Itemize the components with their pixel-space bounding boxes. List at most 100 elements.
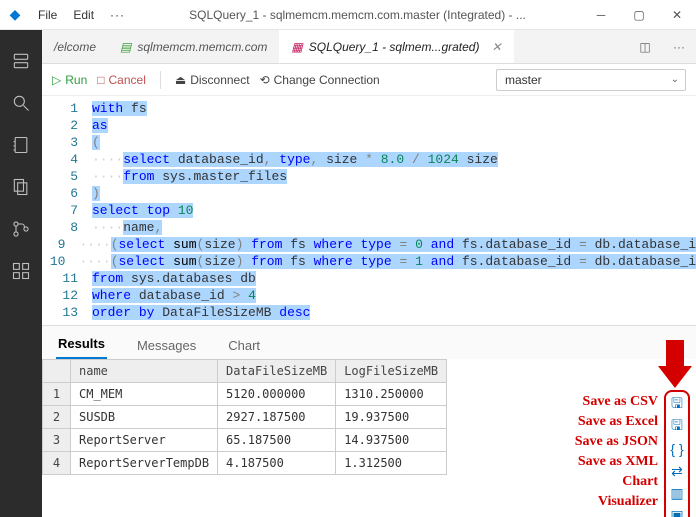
- save-xml-icon[interactable]: ⇄: [668, 462, 686, 480]
- cell[interactable]: ReportServer: [71, 429, 218, 452]
- close-icon[interactable]: ✕: [491, 40, 501, 54]
- code-text: as: [92, 118, 108, 133]
- code-text: ····select database_id, type, size * 8.0…: [92, 152, 498, 167]
- notebook-icon[interactable]: [0, 124, 42, 166]
- line-number: 10: [42, 254, 79, 269]
- rownum-header: [43, 360, 71, 383]
- disconnect-button[interactable]: ⏏Disconnect: [175, 73, 250, 87]
- cancel-button[interactable]: □ Cancel: [97, 73, 146, 87]
- tab-query[interactable]: ▦ SQLQuery_1 - sqlmem...grated) ✕: [279, 30, 513, 63]
- code-line[interactable]: 12where database_id > 4: [42, 287, 696, 304]
- cell[interactable]: SUSDB: [71, 406, 218, 429]
- code-line[interactable]: 4····select database_id, type, size * 8.…: [42, 151, 696, 168]
- menu-edit[interactable]: Edit: [65, 8, 102, 22]
- sql-editor[interactable]: 1with fs2as3(4····select database_id, ty…: [42, 96, 696, 325]
- server-icon: ▤: [120, 40, 131, 54]
- tab-label: sqlmemcm.memcm.com: [137, 40, 267, 54]
- menu-more[interactable]: ···: [102, 8, 133, 22]
- cell[interactable]: 1.312500: [336, 452, 447, 475]
- row-number: 4: [43, 452, 71, 475]
- column-header[interactable]: name: [71, 360, 218, 383]
- save-excel-icon[interactable]: 🖫: [668, 418, 686, 436]
- cell[interactable]: 4.187500: [218, 452, 336, 475]
- code-line[interactable]: 7select top 10: [42, 202, 696, 219]
- tab-connection[interactable]: ▤ sqlmemcm.memcm.com: [108, 30, 279, 63]
- tab-label: /elcome: [54, 40, 96, 54]
- line-number: 8: [42, 220, 92, 235]
- label-save-csv: Save as CSV: [575, 392, 658, 412]
- code-text: order by DataFileSizeMB desc: [92, 305, 310, 320]
- annotation-labels: Save as CSV Save as Excel Save as JSON S…: [575, 392, 658, 512]
- results-panel-tabs: Results Messages Chart: [42, 325, 696, 359]
- cell[interactable]: 2927.187500: [218, 406, 336, 429]
- minimize-button[interactable]: ─: [582, 0, 620, 30]
- column-header[interactable]: DataFileSizeMB: [218, 360, 336, 383]
- save-csv-icon[interactable]: 🖫: [668, 396, 686, 414]
- code-line[interactable]: 6): [42, 185, 696, 202]
- export-icon-column: 🖫 🖫 { } ⇄ ▥ ▣: [664, 390, 690, 517]
- app-icon: ◆: [0, 6, 30, 23]
- table-row[interactable]: 1CM_MEM5120.0000001310.250000: [43, 383, 447, 406]
- code-line[interactable]: 9····(select sum(size) from fs where typ…: [42, 236, 696, 253]
- code-line[interactable]: 3(: [42, 134, 696, 151]
- row-number: 1: [43, 383, 71, 406]
- visualizer-icon[interactable]: ▣: [668, 506, 686, 517]
- cell[interactable]: CM_MEM: [71, 383, 218, 406]
- disconnect-label: Disconnect: [190, 73, 249, 87]
- line-number: 3: [42, 135, 92, 150]
- tab-chart[interactable]: Chart: [226, 332, 262, 359]
- code-line[interactable]: 8····name,: [42, 219, 696, 236]
- servers-icon[interactable]: [0, 40, 42, 82]
- code-line[interactable]: 1with fs: [42, 100, 696, 117]
- tab-messages[interactable]: Messages: [135, 332, 198, 359]
- database-icon: ▦: [291, 40, 302, 54]
- line-number: 2: [42, 118, 92, 133]
- run-button[interactable]: ▷ Run: [52, 73, 87, 87]
- db-selected-value: master: [505, 73, 542, 87]
- activity-bar: [0, 30, 42, 517]
- cell[interactable]: 5120.000000: [218, 383, 336, 406]
- tab-results[interactable]: Results: [56, 330, 107, 359]
- separator: [160, 71, 161, 89]
- table-row[interactable]: 2SUSDB2927.18750019.937500: [43, 406, 447, 429]
- maximize-button[interactable]: ▢: [620, 0, 658, 30]
- cell[interactable]: ReportServerTempDB: [71, 452, 218, 475]
- menu-file[interactable]: File: [30, 8, 65, 22]
- split-editor-icon[interactable]: ◫: [628, 30, 662, 63]
- search-icon[interactable]: [0, 82, 42, 124]
- row-number: 2: [43, 406, 71, 429]
- code-text: ): [92, 186, 100, 201]
- cell[interactable]: 14.937500: [336, 429, 447, 452]
- cell[interactable]: 1310.250000: [336, 383, 447, 406]
- code-line[interactable]: 2as: [42, 117, 696, 134]
- chevron-down-icon: ⌄: [671, 74, 679, 85]
- extensions-icon[interactable]: [0, 250, 42, 292]
- explorer-icon[interactable]: [0, 166, 42, 208]
- more-actions-icon[interactable]: ···: [662, 30, 696, 63]
- play-icon: ▷: [52, 73, 61, 87]
- stop-icon: □: [97, 73, 104, 87]
- code-line[interactable]: 10····(select sum(size) from fs where ty…: [42, 253, 696, 270]
- cell[interactable]: 65.187500: [218, 429, 336, 452]
- cell[interactable]: 19.937500: [336, 406, 447, 429]
- source-control-icon[interactable]: [0, 208, 42, 250]
- row-number: 3: [43, 429, 71, 452]
- cancel-label: Cancel: [109, 73, 146, 87]
- chart-icon[interactable]: ▥: [668, 484, 686, 502]
- column-header[interactable]: LogFileSizeMB: [336, 360, 447, 383]
- database-select[interactable]: master ⌄: [496, 69, 686, 91]
- table-row[interactable]: 4ReportServerTempDB4.1875001.312500: [43, 452, 447, 475]
- change-conn-label: Change Connection: [274, 73, 380, 87]
- label-visualizer: Visualizer: [575, 492, 658, 512]
- change-connection-button[interactable]: ⟲Change Connection: [260, 73, 380, 87]
- table-row[interactable]: 3ReportServer65.18750014.937500: [43, 429, 447, 452]
- run-label: Run: [65, 73, 87, 87]
- tab-welcome[interactable]: /elcome: [42, 30, 108, 63]
- code-line[interactable]: 13order by DataFileSizeMB desc: [42, 304, 696, 321]
- code-line[interactable]: 5····from sys.master_files: [42, 168, 696, 185]
- code-text: where database_id > 4: [92, 288, 256, 303]
- code-line[interactable]: 11from sys.databases db: [42, 270, 696, 287]
- save-json-icon[interactable]: { }: [668, 440, 686, 458]
- close-button[interactable]: ✕: [658, 0, 696, 30]
- line-number: 7: [42, 203, 92, 218]
